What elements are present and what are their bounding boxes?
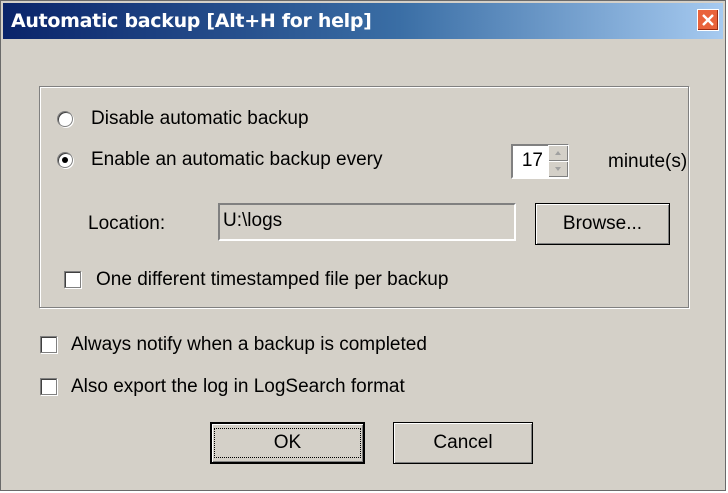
title-bar[interactable]: Automatic backup [Alt+H for help] — [3, 3, 723, 39]
spin-up-button[interactable] — [548, 145, 568, 161]
enable-backup-radio[interactable] — [57, 152, 73, 168]
location-value: U:\logs — [223, 210, 283, 231]
interval-spinner[interactable] — [548, 144, 568, 178]
timestamped-file-label[interactable]: One different timestamped file per backu… — [96, 269, 448, 291]
notify-label[interactable]: Always notify when a backup is completed — [71, 334, 427, 356]
interval-unit-label: minute(s) — [608, 151, 688, 172]
radio-selected-dot — [62, 157, 68, 163]
window-title: Automatic backup [Alt+H for help] — [11, 10, 372, 32]
close-icon — [702, 14, 714, 26]
export-logsearch-checkbox[interactable] — [40, 378, 57, 395]
browse-button[interactable]: Browse... — [535, 203, 670, 245]
cancel-button[interactable]: Cancel — [393, 422, 533, 464]
ok-button-label: OK — [213, 428, 362, 458]
spin-down-icon — [555, 167, 561, 171]
disable-backup-radio[interactable] — [57, 111, 73, 127]
spin-down-button[interactable] — [548, 161, 568, 177]
notify-checkbox[interactable] — [40, 336, 57, 353]
location-field[interactable]: U:\logs — [218, 203, 516, 241]
timestamped-file-checkbox[interactable] — [64, 271, 81, 288]
spin-up-icon — [555, 151, 561, 155]
close-button[interactable] — [697, 9, 719, 31]
export-logsearch-label[interactable]: Also export the log in LogSearch format — [71, 376, 405, 398]
location-label: Location: — [88, 213, 166, 234]
backup-dialog: Automatic backup [Alt+H for help] Disabl… — [0, 0, 726, 491]
ok-button[interactable]: OK — [210, 422, 365, 464]
interval-value: 17 — [521, 150, 543, 171]
enable-backup-label[interactable]: Enable an automatic backup every — [91, 149, 383, 171]
disable-backup-label[interactable]: Disable automatic backup — [91, 108, 309, 130]
